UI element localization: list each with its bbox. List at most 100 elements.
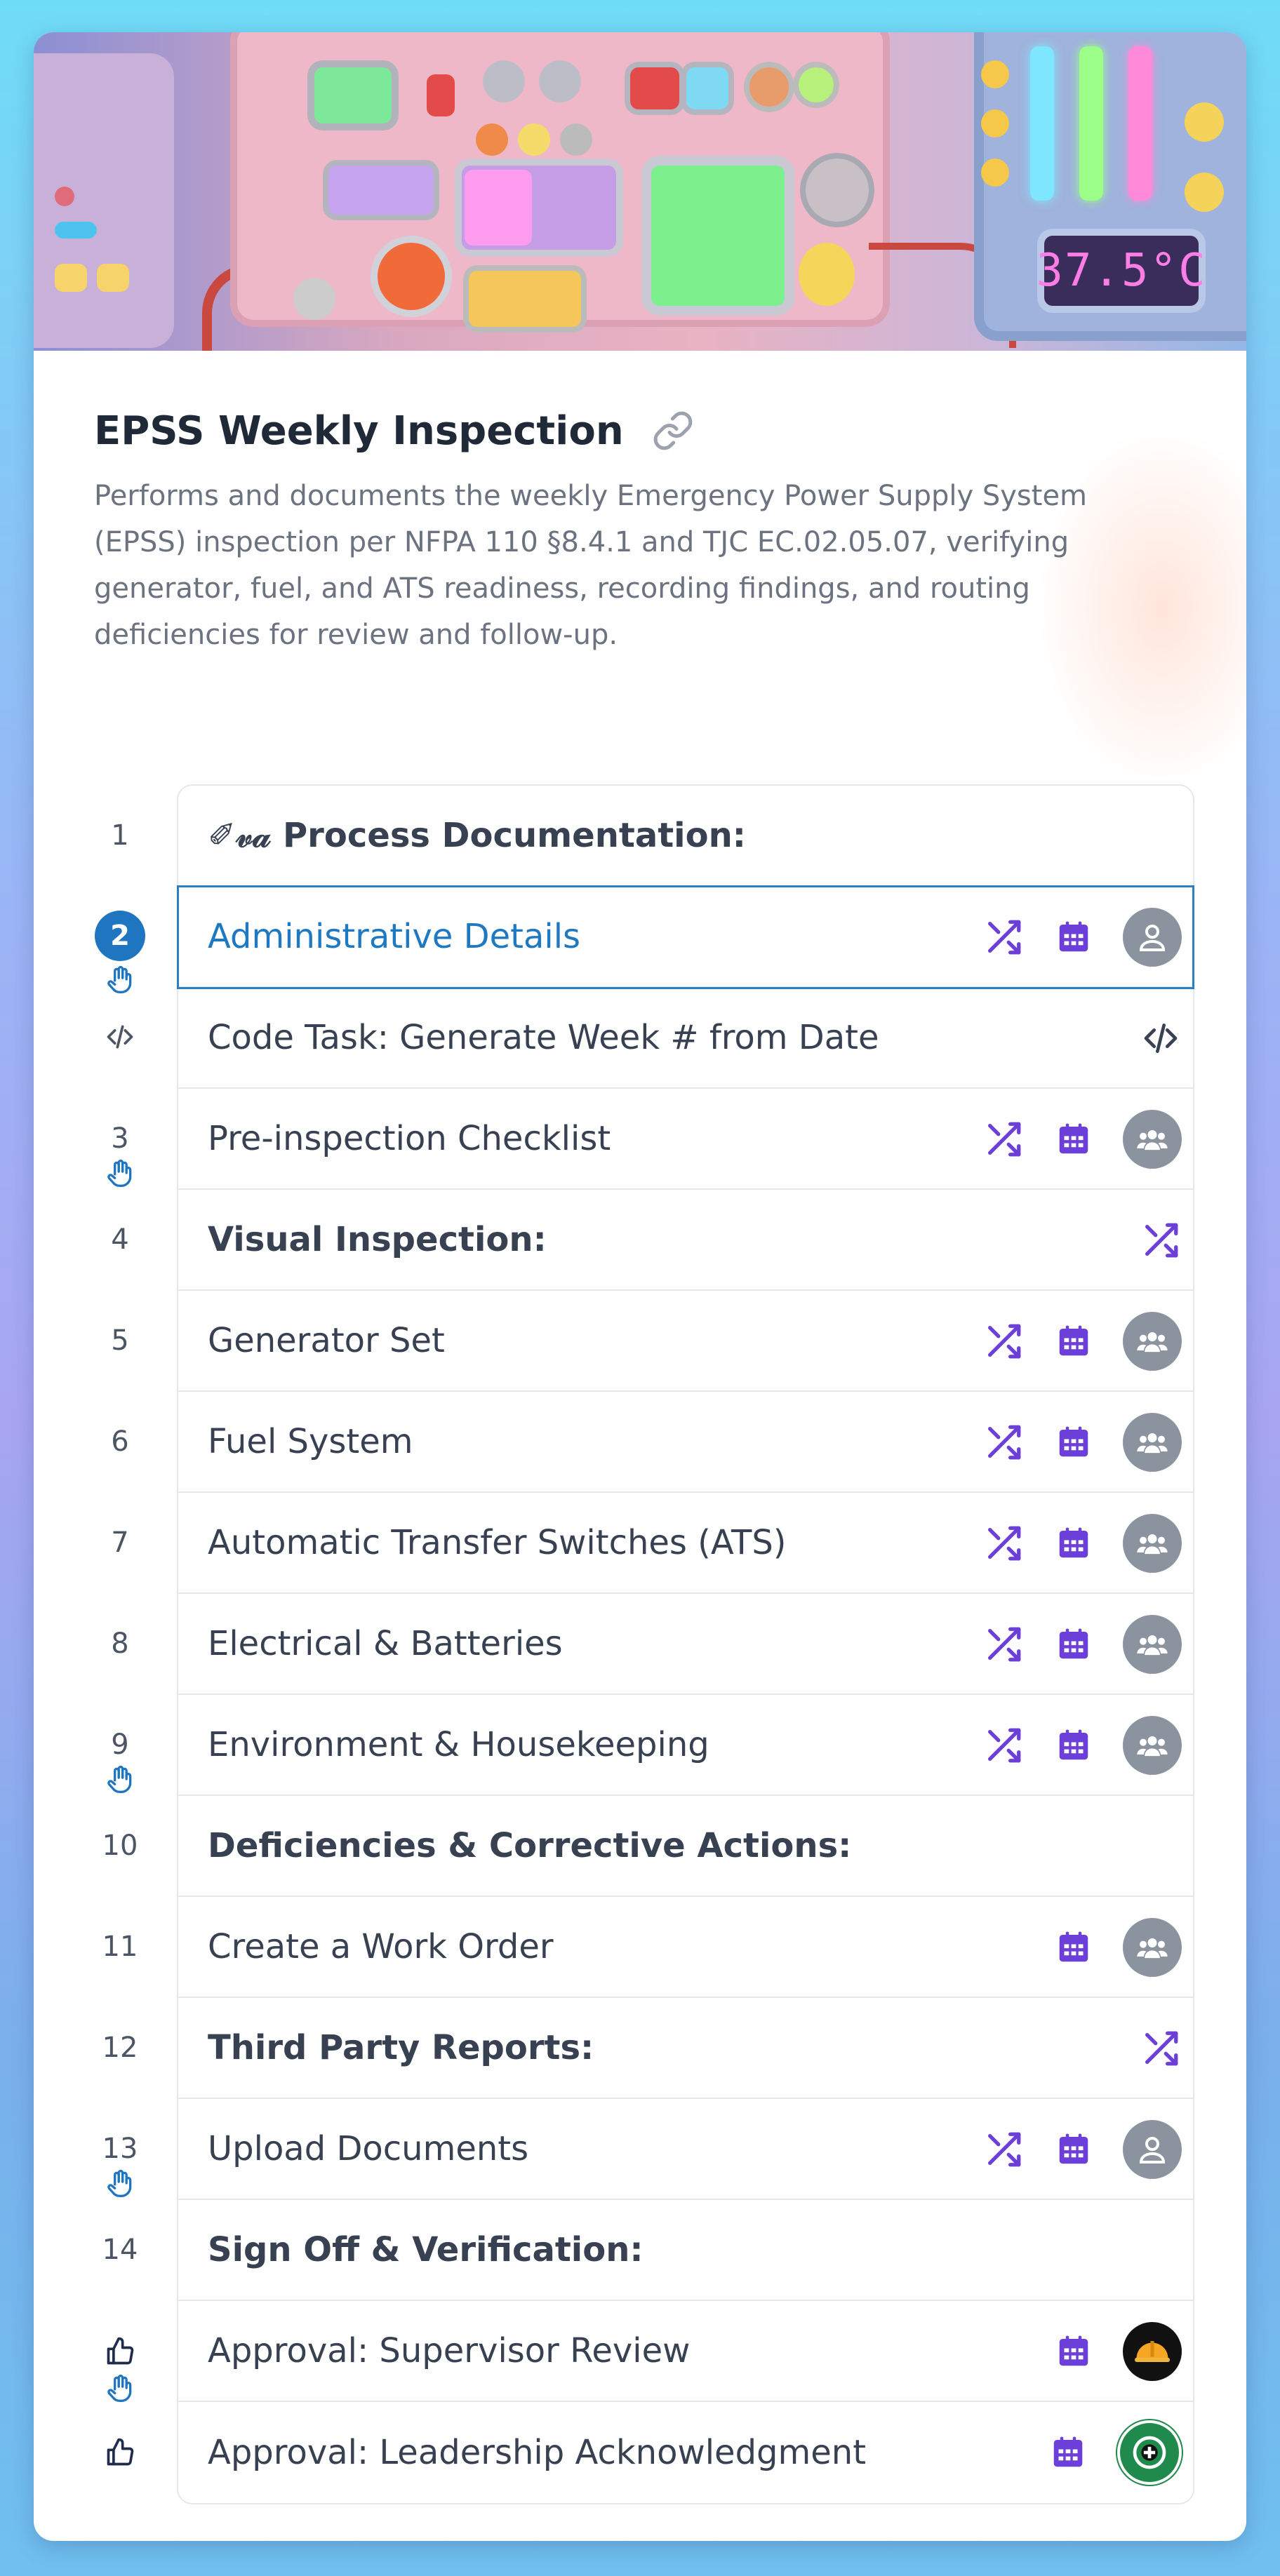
step-row[interactable]: Upload Documents <box>178 2099 1193 2200</box>
calendar-icon[interactable] <box>1053 1522 1095 1564</box>
shuffle-icon[interactable] <box>1140 2027 1182 2069</box>
calendar-icon[interactable] <box>1053 2128 1095 2171</box>
step-label: Electrical & Batteries <box>208 1624 563 1663</box>
step-label: Pre-inspection Checklist <box>208 1119 611 1158</box>
step-number-cell: 7 <box>76 1491 164 1592</box>
hand-icon <box>107 2170 132 2197</box>
step-actions <box>982 1594 1182 1695</box>
user-avatar[interactable] <box>1123 2120 1182 2179</box>
step-row[interactable]: Third Party Reports: <box>178 1998 1193 2099</box>
user-avatar[interactable] <box>1123 908 1182 967</box>
step-actions <box>1140 1190 1182 1291</box>
step-row[interactable]: Deficiencies & Corrective Actions: <box>178 1796 1193 1897</box>
step-number: 12 <box>102 2032 138 2064</box>
step-actions <box>982 2099 1182 2200</box>
step-row[interactable]: ✐𝓋𝒶 Process Documentation: <box>178 786 1193 887</box>
step-number-cell: 14 <box>76 2199 164 2300</box>
shuffle-icon[interactable] <box>982 1118 1025 1160</box>
shuffle-icon[interactable] <box>982 1320 1025 1362</box>
step-row[interactable]: Code Task: Generate Week # from Date <box>178 988 1193 1089</box>
shuffle-icon[interactable] <box>982 1623 1025 1665</box>
thumbs-up-icon <box>107 2438 134 2466</box>
step-row[interactable]: Pre-inspection Checklist <box>178 1089 1193 1190</box>
step-number-cell: 12 <box>76 1997 164 2098</box>
calendar-icon[interactable] <box>1053 1623 1095 1665</box>
shuffle-icon[interactable] <box>982 1421 1025 1463</box>
step-actions <box>1140 988 1182 1089</box>
group-avatar[interactable] <box>1123 1918 1182 1977</box>
step-label: Approval: Supervisor Review <box>208 2331 691 2370</box>
group-avatar[interactable] <box>1123 1110 1182 1169</box>
step-label: Upload Documents <box>208 2129 529 2168</box>
step-label: Sign Off & Verification: <box>208 2230 644 2269</box>
code-icon[interactable] <box>1140 1017 1182 1059</box>
step-actions <box>982 1392 1182 1493</box>
shuffle-icon[interactable] <box>982 916 1025 958</box>
group-avatar[interactable] <box>1123 1615 1182 1674</box>
hardhat-avatar[interactable] <box>1123 2322 1182 2381</box>
step-actions <box>982 1493 1182 1594</box>
calendar-icon[interactable] <box>1053 2330 1095 2373</box>
group-avatar[interactable] <box>1123 1514 1182 1573</box>
step-row[interactable]: Fuel System <box>178 1392 1193 1493</box>
step-number: 1 <box>111 819 129 852</box>
shuffle-icon[interactable] <box>982 2128 1025 2171</box>
step-label: Create a Work Order <box>208 1927 554 1966</box>
step-number: 11 <box>102 1931 138 1963</box>
step-number: 14 <box>102 2234 138 2266</box>
group-avatar[interactable] <box>1123 1716 1182 1775</box>
calendar-icon[interactable] <box>1053 1926 1095 1968</box>
group-avatar[interactable] <box>1123 1312 1182 1371</box>
step-number-cell: 13 <box>76 2098 164 2199</box>
process-card: 37.5°C EPSS Weekly Inspection Performs a… <box>34 32 1246 2541</box>
step-number: 5 <box>111 1324 129 1357</box>
shuffle-icon[interactable] <box>982 1522 1025 1564</box>
step-number-cell: 8 <box>76 1592 164 1693</box>
step-label: Visual Inspection: <box>208 1220 547 1259</box>
calendar-icon[interactable] <box>1053 916 1095 958</box>
step-label: Deficiencies & Corrective Actions: <box>208 1826 852 1865</box>
step-row[interactable]: Approval: Supervisor Review <box>178 2301 1193 2402</box>
step-number: 4 <box>111 1223 129 1256</box>
step-row[interactable]: Approval: Leadership Acknowledgment <box>178 2402 1193 2503</box>
step-label: Generator Set <box>208 1321 445 1360</box>
step-row[interactable]: Automatic Transfer Switches (ATS) <box>178 1493 1193 1594</box>
step-actions <box>982 1291 1182 1392</box>
step-number-cell: 3 <box>76 1087 164 1188</box>
thumbs-up-icon <box>107 2337 134 2365</box>
calendar-icon[interactable] <box>1047 2431 1089 2474</box>
calendar-icon[interactable] <box>1053 1421 1095 1463</box>
page-title: EPSS Weekly Inspection <box>94 408 624 454</box>
shuffle-icon[interactable] <box>1140 1219 1182 1261</box>
calendar-icon[interactable] <box>1053 1724 1095 1766</box>
step-number: 10 <box>102 1830 138 1862</box>
step-actions <box>982 1089 1182 1190</box>
link-icon[interactable] <box>652 410 694 452</box>
step-number: 13 <box>102 2133 138 2165</box>
step-row[interactable]: Generator Set <box>178 1291 1193 1392</box>
banner-image: 37.5°C <box>34 32 1246 351</box>
step-number-cell <box>76 986 164 1087</box>
step-actions <box>1140 1998 1182 2099</box>
group-avatar[interactable] <box>1123 1413 1182 1472</box>
committee-avatar[interactable] <box>1117 2420 1182 2485</box>
step-number-cell: 5 <box>76 1289 164 1390</box>
title-row: EPSS Weekly Inspection <box>94 403 694 459</box>
step-row[interactable]: Electrical & Batteries <box>178 1594 1193 1695</box>
page-description: Performs and documents the weekly Emerge… <box>94 480 1088 651</box>
step-row[interactable]: Administrative Details <box>177 885 1194 989</box>
step-number-cell: 4 <box>76 1188 164 1289</box>
calendar-icon[interactable] <box>1053 1320 1095 1362</box>
calendar-icon[interactable] <box>1053 1118 1095 1160</box>
step-row[interactable]: Create a Work Order <box>178 1897 1193 1998</box>
shuffle-icon[interactable] <box>982 1724 1025 1766</box>
step-row[interactable]: Sign Off & Verification: <box>178 2200 1193 2301</box>
step-actions <box>1053 2301 1182 2402</box>
temperature-display: 37.5°C <box>1036 245 1207 297</box>
step-number: 7 <box>111 1527 129 1559</box>
step-row[interactable]: Visual Inspection: <box>178 1190 1193 1291</box>
step-row[interactable]: Environment & Housekeeping <box>178 1695 1193 1796</box>
step-number-cell: 1 <box>76 784 164 885</box>
step-list: ✐𝓋𝒶 Process Documentation: Administrative… <box>177 784 1194 2504</box>
step-label: Approval: Leadership Acknowledgment <box>208 2433 867 2472</box>
